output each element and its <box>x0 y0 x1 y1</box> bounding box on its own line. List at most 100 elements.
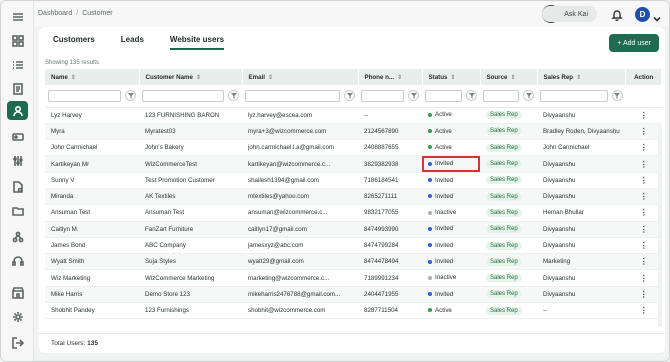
table-row[interactable]: John Carmichael John's Bakery john.carmich… <box>45 139 662 157</box>
table-row[interactable]: Wiz Marketing WizCommerce Marketing market… <box>45 269 662 287</box>
table-row[interactable]: Lyz Harvey 123 FURNISHING BARON lyz.harvey… <box>45 107 662 124</box>
bell-icon[interactable] <box>611 8 623 22</box>
cell-sales-rep: Divyaanshu <box>537 155 626 173</box>
more-vertical-icon[interactable]: ⋮ <box>640 241 648 250</box>
tag-icon[interactable] <box>7 127 28 146</box>
table-row[interactable]: Mike Harris Demo Store 123 mikeharris24767… <box>45 286 662 304</box>
filter-input[interactable] <box>425 89 462 102</box>
table-row[interactable]: Caitlyn M. FanZart Furniture caitlyn17@gma… <box>45 221 662 238</box>
filter-icon[interactable] <box>523 90 534 102</box>
filter-cell <box>480 85 537 108</box>
table-row[interactable]: Miranda AK Textiles mtextiles@yahoo.com 826… <box>45 188 662 206</box>
sort-icon[interactable]: ⇕ <box>71 74 76 81</box>
table-row[interactable]: James Bond ABC Company jamesxyz@abc.com 847… <box>45 237 662 255</box>
column-header[interactable]: Customer Name ⇕ <box>139 69 243 85</box>
filter-input[interactable] <box>48 89 121 102</box>
filter-icon[interactable] <box>344 90 355 102</box>
cell-status: Invited <box>422 221 480 238</box>
headset-icon[interactable] <box>7 251 28 270</box>
filter-box <box>48 89 136 102</box>
filter-input[interactable] <box>540 89 608 102</box>
more-vertical-icon[interactable]: ⋮ <box>640 306 648 315</box>
cell-status: Inactive <box>422 269 480 287</box>
list-icon[interactable] <box>7 55 28 74</box>
settings-icon[interactable] <box>7 307 28 326</box>
more-vertical-icon[interactable]: ⋮ <box>640 290 648 299</box>
more-vertical-icon[interactable]: ⋮ <box>640 127 648 136</box>
sort-icon[interactable]: ⇕ <box>450 74 455 81</box>
table-row[interactable]: Myra Myratest03 myra+3@wizcommerce.com 2124… <box>45 123 662 141</box>
status-text: Invited <box>435 176 454 184</box>
more-vertical-icon[interactable]: ⋮ <box>640 274 648 283</box>
breadcrumb-root[interactable]: Dashboard <box>38 10 72 17</box>
filter-icon[interactable] <box>125 90 136 102</box>
sort-icon[interactable]: ⇕ <box>268 74 273 81</box>
column-header[interactable]: Name ⇕ <box>45 69 140 85</box>
table-row[interactable]: Ansuman Test Ansuman Test ansuman@wizcomme… <box>45 204 662 222</box>
column-header[interactable]: Email ⇕ <box>242 69 359 85</box>
tab-leads[interactable]: Leads <box>121 35 144 50</box>
filter-icon[interactable] <box>611 90 623 102</box>
document-icon[interactable] <box>7 79 28 98</box>
user-icon[interactable] <box>7 101 28 120</box>
filter-row <box>45 85 662 108</box>
column-header[interactable]: Status ⇕ <box>422 69 481 85</box>
network-icon[interactable] <box>7 227 28 246</box>
table-row[interactable]: Kartikeyan Mr WizCommerceTest kartikeyan@w… <box>45 155 662 173</box>
more-vertical-icon[interactable]: ⋮ <box>640 111 648 120</box>
column-header[interactable]: Source ⇕ <box>480 69 538 85</box>
filter-input[interactable] <box>361 89 404 102</box>
status-text: Invited <box>435 192 454 200</box>
column-header[interactable]: Sales Rep ⇕ <box>537 69 627 85</box>
cell-name: James Bond <box>45 237 139 255</box>
ask-kai-button[interactable]: Ask Kai <box>542 6 597 22</box>
filter-icon[interactable] <box>466 90 477 102</box>
grid-icon[interactable] <box>7 31 28 50</box>
sort-icon[interactable]: ⇕ <box>397 74 402 81</box>
more-vertical-icon[interactable]: ⋮ <box>640 225 648 234</box>
user-avatar[interactable]: D <box>635 6 650 22</box>
cell-sales-rep: Heman Bhullar <box>537 204 626 222</box>
cell-status: Active <box>422 302 480 320</box>
filter-input[interactable] <box>483 89 519 102</box>
logout-icon[interactable] <box>7 333 28 352</box>
filter-cell <box>537 85 626 108</box>
more-vertical-icon[interactable]: ⋮ <box>640 143 648 152</box>
tab-customers[interactable]: Customers <box>53 35 95 50</box>
table-row[interactable]: Shobhit Pandey 123 Furnishings shobhit@wiz… <box>45 302 662 320</box>
column-header[interactable]: Phone n... ⇕ <box>358 69 423 85</box>
source-badge: Sales Rep <box>486 127 522 136</box>
more-vertical-icon[interactable]: ⋮ <box>640 160 648 169</box>
chevron-down-icon[interactable] <box>653 10 661 22</box>
cell-email: myra+3@wizcommerce.com <box>242 123 358 141</box>
filter-input[interactable] <box>245 89 340 102</box>
table-row[interactable]: Wyatt Smith Suja Styles wyatt29@gmail.com 8… <box>45 253 662 271</box>
filter-icon[interactable] <box>228 90 239 102</box>
scrollbar[interactable] <box>658 127 662 327</box>
sort-icon[interactable]: ⇕ <box>510 74 515 81</box>
status-dot <box>428 210 432 215</box>
sort-icon[interactable]: ⇕ <box>576 74 581 81</box>
more-vertical-icon[interactable]: ⋮ <box>640 257 648 266</box>
folder-icon[interactable] <box>7 201 28 220</box>
store-icon[interactable] <box>7 283 28 302</box>
menu-icon[interactable] <box>7 7 28 26</box>
filter-input[interactable] <box>142 89 224 102</box>
cell-status: Invited <box>422 253 480 271</box>
source-badge: Sales Rep <box>486 257 522 266</box>
sort-icon[interactable]: ⇕ <box>196 74 201 81</box>
status-text: Invited <box>435 225 454 233</box>
cell-email: shailesh1394@gmail.com <box>242 172 358 189</box>
more-vertical-icon[interactable]: ⋮ <box>640 176 648 185</box>
sliders-icon[interactable] <box>7 151 28 170</box>
more-vertical-icon[interactable]: ⋮ <box>640 208 648 217</box>
file-icon[interactable] <box>7 177 28 196</box>
tab-website-users[interactable]: Website users <box>169 35 225 50</box>
more-vertical-icon[interactable]: ⋮ <box>640 192 648 201</box>
header-row: Name ⇕ Customer Name ⇕ Email ⇕ Phone n... ⇕ … <box>45 69 663 85</box>
cell-phone: 8474993990 <box>358 221 422 238</box>
cell-name: Mike Harris <box>45 286 139 304</box>
add-user-button[interactable]: + Add user <box>609 34 659 52</box>
table-row[interactable]: Sunny V Test Promotion Customer shailesh13… <box>45 172 662 189</box>
filter-icon[interactable] <box>408 90 419 102</box>
